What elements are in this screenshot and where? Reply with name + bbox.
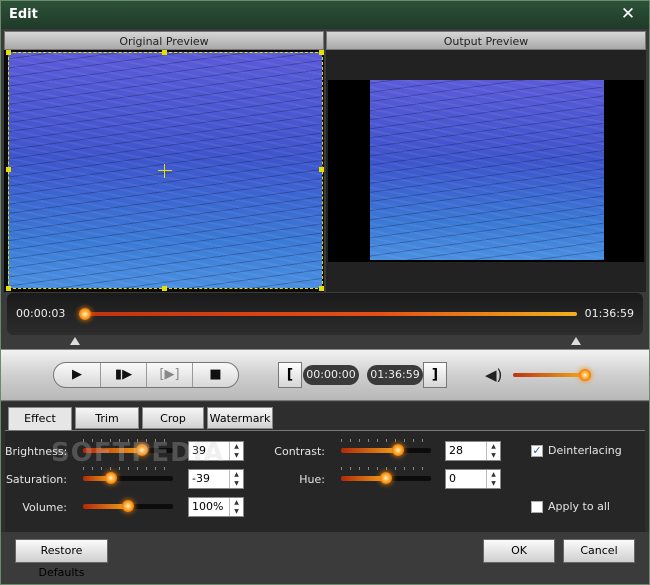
- crop-handle-top[interactable]: [162, 50, 167, 55]
- window-title: Edit: [9, 7, 38, 22]
- trim-start-time: 00:00:00: [303, 365, 359, 385]
- output-preview: [326, 50, 646, 292]
- contrast-label: Contrast:: [274, 445, 325, 458]
- close-icon[interactable]: ✕: [619, 5, 637, 23]
- hue-value: 0: [449, 472, 456, 485]
- contrast-value: 28: [449, 444, 463, 457]
- trim-end-time: 01:36:59: [367, 365, 423, 385]
- crop-handle-top-left[interactable]: [6, 50, 11, 55]
- trim-end-marker[interactable]: [571, 337, 581, 345]
- tab-trim[interactable]: Trim: [75, 407, 139, 429]
- volume-spin-icon[interactable]: ▲ ▼: [229, 498, 243, 516]
- volume-value: 100%: [192, 500, 224, 513]
- volume-slider[interactable]: [513, 373, 589, 377]
- apply-to-all-label: Apply to all: [548, 500, 610, 513]
- output-video-frame: [370, 80, 604, 260]
- contrast-ticks: [341, 439, 431, 442]
- crop-handle-right[interactable]: [319, 167, 324, 172]
- tab-effect[interactable]: Effect: [8, 407, 72, 431]
- current-time: 00:00:03: [16, 307, 66, 320]
- next-frame-icon[interactable]: [▶]: [146, 363, 192, 387]
- tab-crop[interactable]: Crop: [142, 407, 204, 429]
- hue-ticks: [341, 467, 431, 470]
- brightness-spin-icon[interactable]: ▲ ▼: [229, 442, 243, 460]
- crop-handle-bottom-right[interactable]: [319, 286, 324, 291]
- title-bar: Edit: [1, 1, 649, 29]
- hue-knob[interactable]: [380, 472, 392, 484]
- saturation-value: -39: [192, 472, 210, 485]
- crosshair-icon: [158, 170, 172, 171]
- contrast-input[interactable]: 28 ▲ ▼: [445, 441, 501, 461]
- crop-handle-top-right[interactable]: [319, 50, 324, 55]
- crop-handle-bottom-left[interactable]: [6, 286, 11, 291]
- crop-handle-bottom[interactable]: [162, 286, 167, 291]
- volume-input[interactable]: 100% ▲ ▼: [188, 497, 244, 517]
- set-start-button[interactable]: [: [278, 362, 302, 388]
- cancel-button[interactable]: Cancel: [563, 539, 635, 563]
- control-bar: ▶ ▮▶ [▶] ■ [ 00:00:00 01:36:59 ] ◀): [1, 349, 649, 401]
- original-preview-label: Original Preview: [119, 35, 209, 48]
- trim-start-marker[interactable]: [70, 337, 80, 345]
- contrast-spin-icon[interactable]: ▲ ▼: [486, 442, 500, 460]
- playhead-knob[interactable]: [79, 308, 91, 320]
- saturation-input[interactable]: -39 ▲ ▼: [188, 469, 244, 489]
- stop-icon[interactable]: ■: [192, 363, 238, 387]
- saturation-spin-icon[interactable]: ▲ ▼: [229, 470, 243, 488]
- crosshair-vertical: [164, 164, 165, 178]
- timeline[interactable]: 00:00:03 01:36:59: [7, 293, 643, 335]
- hue-label: Hue:: [299, 473, 325, 486]
- hue-spin-icon[interactable]: ▲ ▼: [486, 470, 500, 488]
- apply-to-all-checkbox[interactable]: [531, 501, 543, 513]
- contrast-slider[interactable]: [341, 448, 431, 453]
- output-preview-header: Output Preview: [326, 31, 646, 50]
- deinterlacing-label: Deinterlacing: [548, 444, 622, 457]
- crop-handle-left[interactable]: [6, 167, 11, 172]
- step-forward-icon[interactable]: ▮▶: [100, 363, 146, 387]
- restore-defaults-button[interactable]: Restore Defaults: [15, 539, 108, 579]
- original-preview[interactable]: [4, 50, 324, 292]
- softpedia-watermark: SOFTPEDIA: [51, 438, 225, 468]
- saturation-label: Saturation:: [5, 473, 67, 486]
- edit-window: Edit ✕ Original Preview Output Preview 0…: [0, 0, 650, 585]
- transport-controls: ▶ ▮▶ [▶] ■: [53, 362, 239, 388]
- bottom-bar: Restore Defaults OK Cancel: [1, 532, 649, 584]
- output-preview-label: Output Preview: [443, 35, 529, 48]
- deinterlacing-checkbox[interactable]: ✓: [531, 445, 543, 457]
- saturation-slider[interactable]: [83, 476, 173, 481]
- play-icon[interactable]: ▶: [54, 363, 100, 387]
- ok-button[interactable]: OK: [483, 539, 555, 563]
- saturation-knob[interactable]: [104, 472, 117, 484]
- volume-knob[interactable]: [579, 369, 592, 381]
- tab-watermark[interactable]: Watermark: [207, 407, 273, 429]
- timeline-track[interactable]: [85, 312, 577, 316]
- hue-input[interactable]: 0 ▲ ▼: [445, 469, 501, 489]
- original-preview-header: Original Preview: [4, 31, 324, 50]
- speaker-icon[interactable]: ◀): [485, 366, 502, 384]
- set-end-button[interactable]: ]: [423, 362, 447, 388]
- volume-label: Volume:: [22, 501, 67, 514]
- volume-effect-knob[interactable]: [122, 500, 134, 512]
- contrast-fill: [341, 448, 398, 453]
- end-time: 01:36:59: [584, 307, 634, 320]
- contrast-knob[interactable]: [391, 444, 404, 456]
